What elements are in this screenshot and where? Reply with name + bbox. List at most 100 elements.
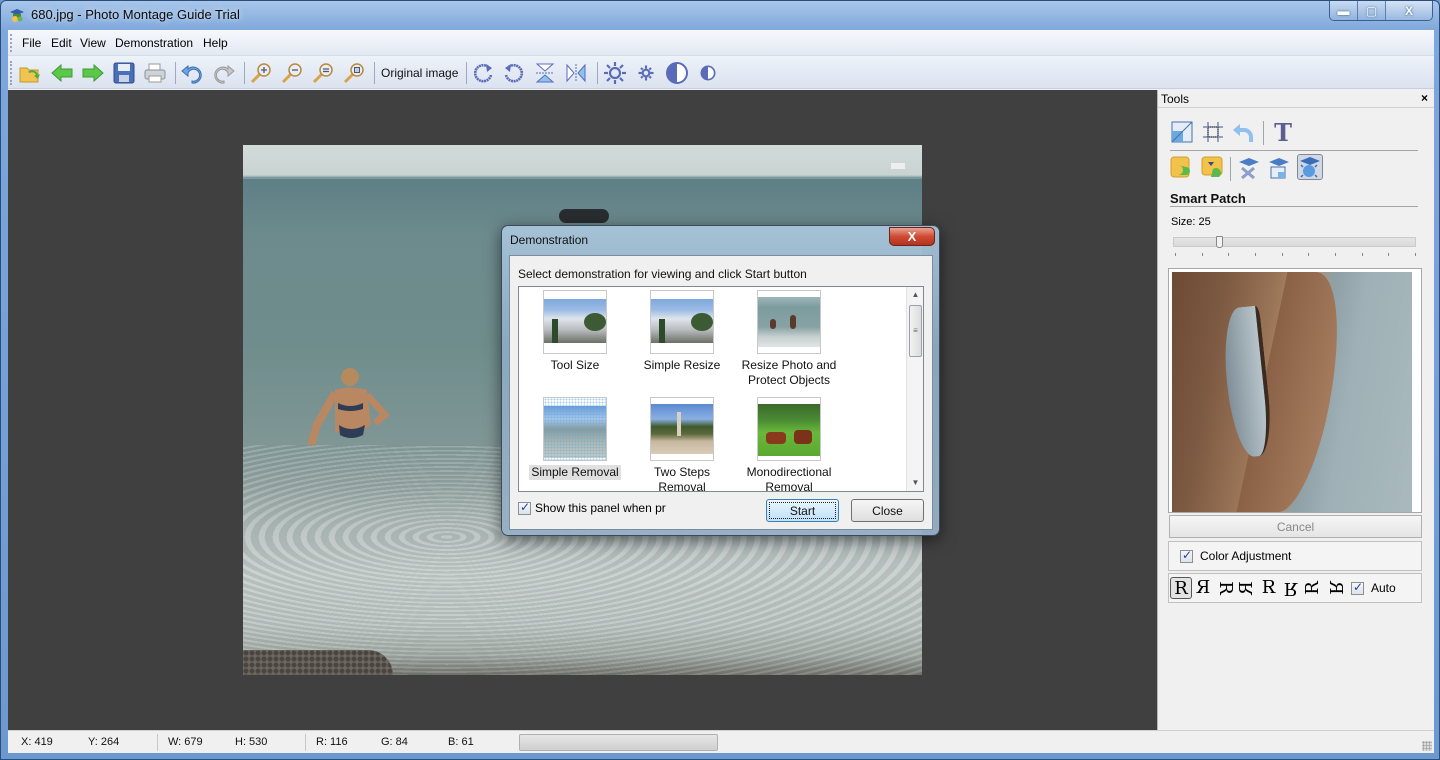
rotate-counterclockwise-button[interactable] [501,60,527,86]
demonstration-list[interactable]: Tool Size Simple Resize Resize Photo and… [518,286,924,492]
patch-preview[interactable] [1172,272,1412,512]
scroll-thumb[interactable]: ≡ [909,305,922,357]
minimize-button[interactable]: ▬ [1330,1,1358,20]
orientation-rotate270-mirror-button[interactable]: R [1324,577,1346,599]
undo-tool-button[interactable] [1230,119,1256,145]
copy-patch-tool-button[interactable] [1169,155,1195,181]
list-item-two-steps-removal[interactable]: Two Steps Removal [629,397,735,491]
menu-view[interactable]: View [80,36,106,50]
smart-patch-tool-button[interactable] [1297,154,1323,180]
maximize-button[interactable]: ▢ [1358,1,1386,20]
original-image-button[interactable]: Original image [381,66,458,80]
orientation-rotate270-button[interactable]: R [1302,577,1324,599]
title-bar[interactable]: 680.jpg - Photo Montage Guide Trial ▬ ▢ … [1,1,1439,29]
scroll-up-button[interactable]: ▲ [907,287,923,303]
move-patch-tool-button[interactable] [1200,155,1226,181]
size-label: Size: 25 [1171,216,1211,228]
tools-panel-close-button[interactable]: × [1421,91,1428,105]
show-panel-checkbox[interactable] [518,500,531,515]
brightness-increase-button[interactable] [602,60,628,86]
toolbar-separator [244,62,245,84]
grid-select-icon [1203,122,1223,142]
zoom-actual-button[interactable] [341,60,367,86]
orientation-mirror-button[interactable]: Я [1192,577,1214,599]
show-panel-option: Show this panel when pr [518,500,666,515]
menu-file[interactable]: File [22,36,41,50]
menu-edit[interactable]: Edit [51,36,72,50]
auto-checkbox[interactable] [1351,580,1364,595]
protect-object-icon [1269,158,1289,179]
status-separator [305,734,306,751]
menu-help[interactable]: Help [203,36,228,50]
toolbar-grip[interactable] [10,61,13,85]
dialog-body: Select demonstration for viewing and cli… [509,255,933,530]
menu-demonstration[interactable]: Demonstration [115,36,193,50]
list-scrollbar[interactable]: ▲ ≡ ▼ [906,287,923,491]
list-item-resize-protect[interactable]: Resize Photo and Protect Objects [736,290,842,388]
app-window: 680.jpg - Photo Montage Guide Trial ▬ ▢ … [0,0,1440,760]
flip-horizontal-icon [566,63,586,83]
contrast-increase-button[interactable] [664,60,690,86]
list-item-monodirectional-removal[interactable]: Monodirectional Removal [736,397,842,491]
status-height: H: 530 [235,736,268,748]
cancel-button[interactable]: Cancel [1169,515,1422,538]
brightness-decrease-button[interactable] [633,60,659,86]
crop-icon [1171,121,1193,143]
item-label: Tool Size [550,358,600,372]
rotate-clockwise-button[interactable] [470,60,496,86]
close-window-button[interactable]: X [1386,1,1432,20]
contrast-decrease-icon [700,65,716,81]
zoom-fit-button[interactable] [310,60,336,86]
status-x: X: 419 [21,736,53,748]
contrast-increase-icon [666,62,688,84]
list-item-tool-size[interactable]: Tool Size [522,290,628,373]
grid-select-tool-button[interactable] [1200,119,1226,145]
forward-button[interactable] [80,60,106,86]
orientation-rotate90-button[interactable]: R [1214,577,1236,599]
orientation-group: R Я R R Я Я R R Auto [1168,573,1422,603]
list-item-simple-removal[interactable]: Simple Removal [522,397,628,480]
close-button[interactable]: Close [851,499,924,522]
list-item-simple-resize[interactable]: Simple Resize [629,290,735,373]
status-y: Y: 264 [88,736,120,748]
size-slider[interactable] [1173,236,1416,248]
orientation-flip-button[interactable]: Я [1258,577,1280,599]
rotate-clockwise-icon [473,63,493,83]
redo-button[interactable] [211,60,237,86]
flip-horizontal-button[interactable] [563,60,589,86]
dialog-close-button[interactable]: X [889,227,935,246]
print-icon [144,63,166,83]
color-adjustment-checkbox[interactable] [1180,548,1193,563]
save-button[interactable] [111,60,137,86]
text-tool-button[interactable]: T [1270,118,1296,147]
thumbnail-mountains [543,290,607,354]
crop-tool-button[interactable] [1169,119,1195,145]
zoom-out-button[interactable] [279,60,305,86]
orientation-rotate90-mirror-button[interactable]: R [1236,577,1258,599]
remove-object-tool-button[interactable] [1236,155,1262,181]
back-button[interactable] [49,60,75,86]
item-label: Resize Photo and Protect Objects [741,358,837,387]
tools-panel-title: Tools [1161,92,1190,106]
zoom-out-icon [281,63,302,84]
zoom-in-button[interactable] [248,60,274,86]
undo-button[interactable] [179,60,205,86]
scroll-down-button[interactable]: ▼ [907,475,923,491]
preview-gap [1219,305,1275,459]
thumbnail-horses [757,397,821,461]
photo-person [307,368,391,447]
print-button[interactable] [142,60,168,86]
zoom-in-icon [250,63,271,84]
menubar-grip[interactable] [10,34,13,52]
tools-panel: Tools × T Smart Patch Size: 25 Cancel ✓ … [1157,90,1434,730]
contrast-decrease-button[interactable] [695,60,721,86]
protect-object-tool-button[interactable] [1266,155,1292,181]
start-button[interactable]: Start [766,499,839,522]
orientation-normal-button[interactable]: R [1170,577,1192,599]
flip-vertical-button[interactable] [532,60,558,86]
status-progress-bar [519,734,718,751]
orientation-rotate180-button[interactable]: Я [1280,577,1302,599]
resize-grip[interactable] [1422,741,1432,751]
open-button[interactable] [17,60,43,86]
size-slider-thumb[interactable] [1216,236,1224,248]
